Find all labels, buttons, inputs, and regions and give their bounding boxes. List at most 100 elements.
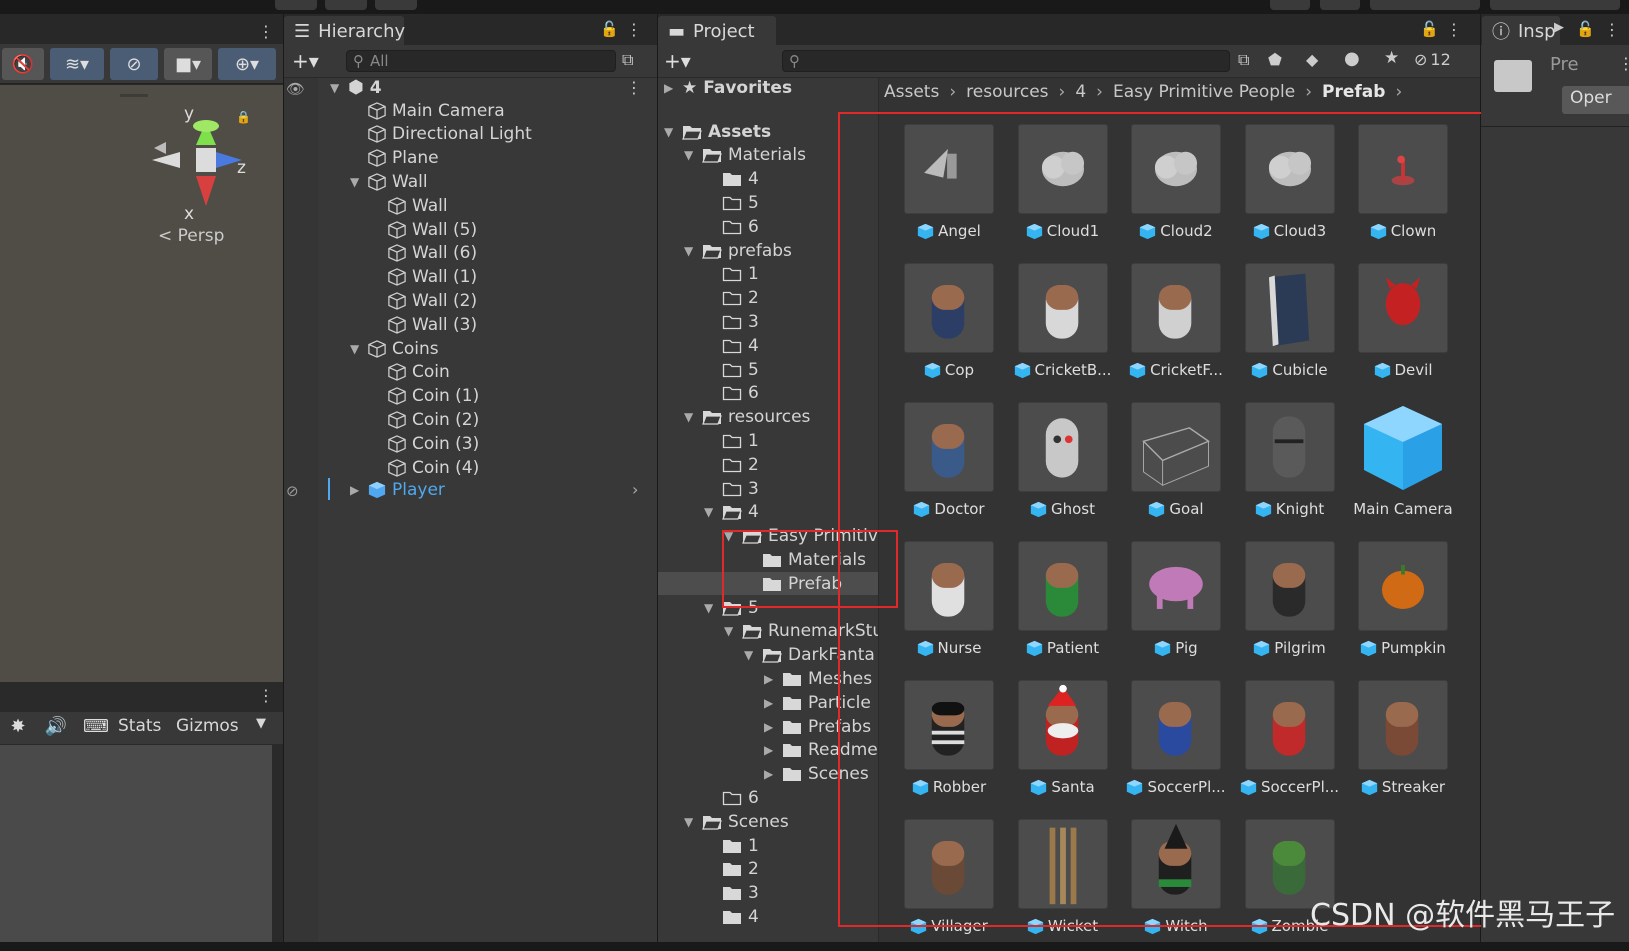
breadcrumb-item[interactable]: Easy Primitive People — [1113, 82, 1295, 102]
speaker-icon[interactable]: 🔊 — [40, 712, 72, 740]
breadcrumb-item[interactable]: Prefab — [1322, 82, 1385, 102]
toolbar-button[interactable] — [1270, 0, 1310, 10]
lock-icon[interactable]: 🔓 — [1576, 20, 1595, 38]
project-tree-item[interactable]: 5 — [704, 191, 759, 214]
expand-arrow-icon[interactable]: ▼ — [350, 342, 362, 356]
layout-dropdown[interactable] — [1490, 0, 1620, 10]
keyboard-icon[interactable]: ⌨ — [80, 712, 112, 740]
root-menu-icon[interactable]: ⋮ — [626, 78, 642, 97]
project-tree-item[interactable]: 4 — [704, 905, 759, 928]
eye-hidden-icon[interactable]: ⊘ — [286, 482, 299, 500]
breadcrumb-item[interactable]: resources — [966, 82, 1048, 102]
project-tree-item[interactable]: 1 — [704, 263, 759, 286]
project-tree-item[interactable]: 2 — [704, 858, 759, 881]
hierarchy-item[interactable]: ▼ Wall — [350, 170, 428, 193]
lock-icon[interactable]: 🔒 — [236, 110, 251, 124]
toolbar-button[interactable] — [275, 0, 317, 10]
toolbar-button[interactable] — [325, 0, 367, 10]
eye-icon[interactable]: 👁 — [286, 80, 305, 98]
expand-arrow-icon[interactable]: ▼ — [684, 410, 696, 424]
expand-arrow-icon[interactable]: ▶ — [350, 483, 362, 497]
hierarchy-item[interactable]: Wall — [370, 194, 448, 217]
favorites-item[interactable]: ▶ ★ Favorites — [664, 76, 792, 99]
camera-dropdown-icon[interactable]: ■▾ — [164, 48, 212, 80]
expand-arrow-icon[interactable]: ▼ — [704, 601, 716, 615]
hidden-packages-toggle[interactable]: ⊘ 12 — [1414, 50, 1451, 69]
project-tree-item[interactable]: 2 — [704, 287, 759, 310]
play-icon[interactable]: ▶ — [1554, 20, 1564, 35]
expand-arrow-icon[interactable]: ▼ — [724, 624, 736, 638]
hierarchy-menu-icon[interactable]: ⋮ — [626, 20, 642, 39]
add-icon[interactable]: +▾ — [292, 49, 319, 73]
hierarchy-root[interactable]: ▼ ⬢ 4 — [330, 76, 382, 99]
project-tree-item[interactable]: 3 — [704, 477, 759, 500]
perspective-label[interactable]: < Persp — [158, 226, 224, 246]
gizmo-toggle-icon[interactable]: ⊕▾ — [218, 48, 276, 80]
hierarchy-item[interactable]: Wall (1) — [370, 266, 477, 289]
expand-arrow-icon[interactable]: ▶ — [764, 672, 776, 686]
open-button[interactable]: Oper — [1562, 86, 1629, 114]
project-tree-item[interactable]: 1 — [704, 429, 759, 452]
expand-arrow-icon[interactable]: ▶ — [764, 696, 776, 710]
hierarchy-item[interactable]: Coin (3) — [370, 432, 479, 455]
project-tree-item[interactable]: 6 — [704, 382, 759, 405]
visibility-toggle-icon[interactable]: ⊘ — [110, 48, 158, 80]
hierarchy-item[interactable]: Main Camera — [350, 99, 505, 122]
lock-icon[interactable]: 🔓 — [600, 20, 619, 38]
filter-type-icon[interactable]: ⬟ — [1268, 50, 1282, 69]
chevron-right-icon[interactable]: › — [632, 480, 638, 499]
hierarchy-item[interactable]: Wall (3) — [370, 313, 477, 336]
project-tree-item[interactable]: ▼ resources — [684, 406, 810, 429]
layers-dropdown[interactable] — [1370, 0, 1480, 10]
project-tree-item[interactable]: ▼ 4 — [704, 501, 759, 524]
expand-arrow-icon[interactable]: ▶ — [764, 743, 776, 757]
project-tree-item[interactable]: 2 — [704, 453, 759, 476]
expand-arrow-icon[interactable]: ▼ — [684, 148, 696, 162]
hierarchy-item[interactable]: Wall (2) — [370, 289, 477, 312]
project-tree-item[interactable]: 6 — [704, 215, 759, 238]
gizmos-dropdown-icon[interactable]: ▼ — [256, 716, 266, 731]
audio-mute-icon[interactable]: 🔇 — [2, 48, 44, 80]
gizmos-button[interactable]: Gizmos — [176, 716, 239, 736]
tab-project[interactable]: ▬ Project — [658, 16, 776, 46]
project-tree-item[interactable]: 4 — [704, 334, 759, 357]
expand-arrow-icon[interactable]: ▶ — [664, 81, 676, 95]
expand-arrow-icon[interactable]: ▼ — [744, 648, 756, 662]
project-tree-item[interactable]: 5 — [704, 358, 759, 381]
project-tree-item[interactable]: 4 — [704, 168, 759, 191]
inspector-more-icon[interactable]: ⋮ — [1618, 54, 1629, 73]
effects-toggle-icon[interactable]: ≋▾ — [50, 48, 104, 80]
project-tree-item[interactable]: 1 — [704, 834, 759, 857]
project-menu-icon[interactable]: ⋮ — [1446, 20, 1462, 39]
game-menu-icon[interactable]: ⋮ — [258, 686, 274, 706]
project-tree-item[interactable]: 3 — [704, 882, 759, 905]
hierarchy-item[interactable]: Coin (2) — [370, 408, 479, 431]
hierarchy-item[interactable]: Wall (5) — [370, 218, 477, 241]
bug-icon[interactable]: ✸ — [2, 712, 34, 740]
expand-arrow-icon[interactable]: ▶ — [764, 767, 776, 781]
stats-button[interactable]: Stats — [118, 716, 161, 736]
expand-arrow-icon[interactable]: ▼ — [330, 81, 342, 95]
toolbar-button[interactable] — [1320, 0, 1360, 10]
tab-inspector[interactable]: ⓘ Insp — [1482, 16, 1560, 46]
expand-arrow-icon[interactable]: ▼ — [350, 175, 362, 189]
project-tree-item[interactable]: 6 — [704, 786, 759, 809]
search-options-icon[interactable]: ⧉ — [1238, 50, 1249, 70]
game-view[interactable] — [0, 745, 272, 942]
search-options-icon[interactable]: ⧉ — [622, 50, 633, 70]
tab-hierarchy[interactable]: ☰ Hierarchy — [284, 16, 405, 46]
breadcrumb-item[interactable]: 4 — [1075, 82, 1086, 102]
project-tree-item[interactable]: 3 — [704, 310, 759, 333]
hierarchy-item[interactable]: Coin (4) — [370, 456, 479, 479]
project-tree-item[interactable]: ▼ Materials — [684, 144, 806, 167]
hierarchy-item[interactable]: Wall (6) — [370, 242, 477, 265]
hierarchy-item[interactable]: Coin — [370, 361, 450, 384]
hierarchy-item[interactable]: ▼ Coins — [350, 337, 439, 360]
hierarchy-item-player[interactable]: ▶ Player — [350, 478, 445, 501]
expand-arrow-icon[interactable]: ▼ — [684, 815, 696, 829]
game-scrollbar[interactable] — [272, 745, 283, 942]
project-tree-item[interactable]: ▼ Assets — [664, 120, 771, 143]
expand-arrow-icon[interactable]: ▼ — [664, 125, 676, 139]
hierarchy-item[interactable]: Coin (1) — [370, 385, 479, 408]
scene-menu-icon[interactable]: ⋮ — [258, 22, 274, 42]
